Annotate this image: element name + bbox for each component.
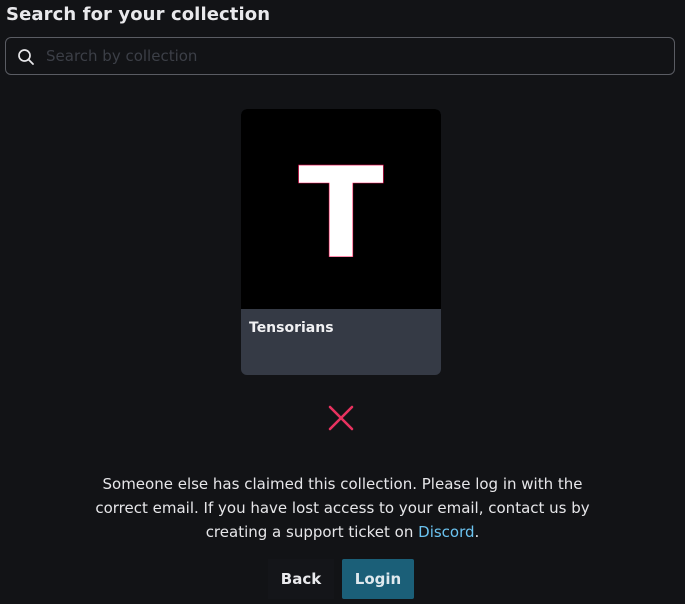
back-button[interactable]: Back	[268, 559, 334, 599]
search-icon	[18, 49, 34, 65]
discord-link[interactable]: Discord	[418, 523, 474, 541]
message-end: .	[474, 523, 480, 541]
page-title: Search for your collection	[6, 4, 271, 25]
search-input[interactable]	[46, 38, 666, 74]
collection-name: Tensorians	[249, 320, 334, 336]
error-x-icon	[328, 405, 354, 431]
collection-card[interactable]: T Tensorians	[241, 109, 441, 375]
claim-error-message: Someone else has claimed this collection…	[80, 472, 605, 544]
search-bar[interactable]	[5, 37, 675, 75]
message-text: Someone else has claimed this collection…	[95, 475, 590, 541]
collection-logo-letter: T	[298, 140, 384, 287]
collection-image: T	[241, 109, 441, 309]
login-button[interactable]: Login	[342, 559, 414, 599]
